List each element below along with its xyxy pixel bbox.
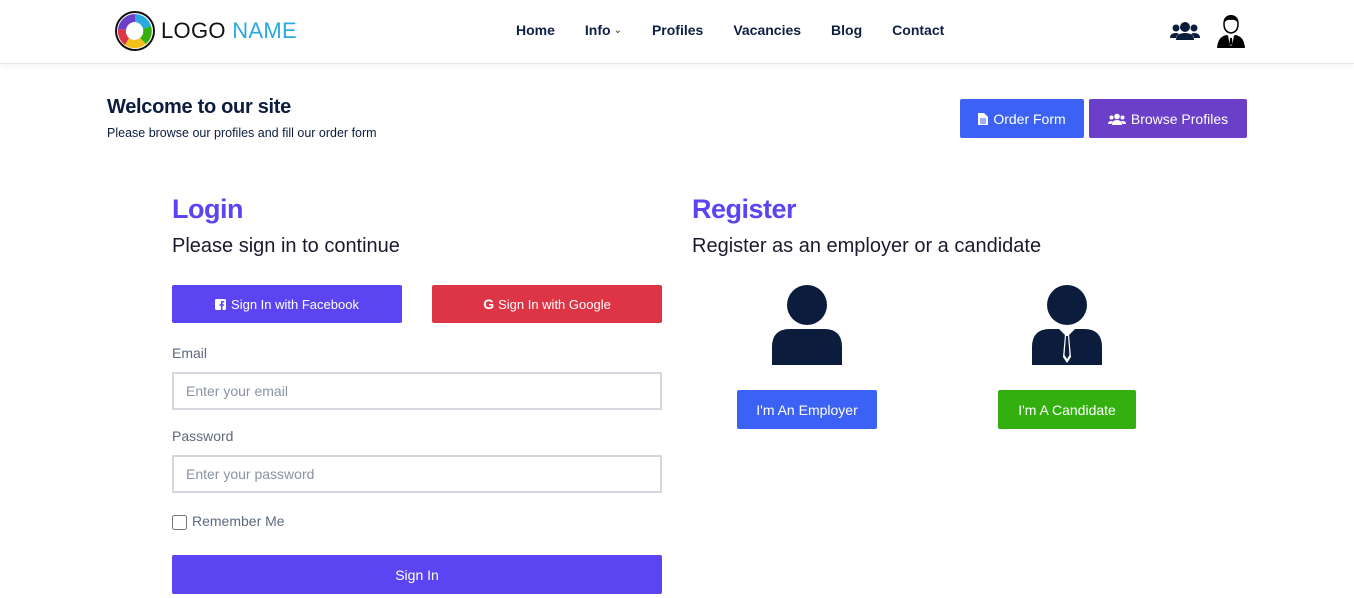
nav-contact[interactable]: Contact: [892, 22, 944, 38]
logo-icon: [115, 11, 155, 51]
candidate-icon: [1032, 285, 1102, 370]
nav-profiles[interactable]: Profiles: [652, 22, 703, 38]
facebook-signin-button[interactable]: Sign In with Facebook: [172, 285, 402, 323]
google-icon: G: [483, 296, 495, 312]
nav-info-label: Info: [584, 22, 611, 38]
remember-me: Remember Me: [172, 511, 285, 530]
chevron-down-icon: ⌄: [613, 24, 622, 36]
signin-button[interactable]: Sign In: [172, 555, 662, 594]
order-form-label: Order Form: [993, 110, 1066, 127]
nav-info[interactable]: Info ⌄: [585, 22, 622, 38]
browse-profiles-button[interactable]: Browse Profiles: [1089, 99, 1247, 138]
logo-text-part1: LOGO: [161, 18, 226, 43]
login-title: Login: [172, 194, 243, 224]
register-subtitle: Register as an employer or a candidate: [692, 235, 1042, 257]
register-title: Register: [692, 194, 797, 224]
logo[interactable]: LOGO NAME: [113, 8, 297, 54]
browse-profiles-label: Browse Profiles: [1130, 110, 1229, 127]
nav-home[interactable]: Home: [516, 22, 555, 38]
candidate-button[interactable]: I'm A Candidate: [998, 390, 1136, 429]
google-signin-label: Sign In with Google: [498, 296, 611, 312]
nav-vacancies[interactable]: Vacancies: [733, 22, 801, 38]
logo-text: LOGO NAME: [161, 18, 297, 44]
email-field[interactable]: [172, 372, 662, 410]
google-signin-button[interactable]: G Sign In with Google: [432, 285, 662, 323]
main-nav: Home Info ⌄ Profiles Vacancies Blog Conta…: [516, 22, 974, 38]
password-field[interactable]: [172, 455, 662, 493]
employer-button[interactable]: I'm An Employer: [737, 390, 877, 429]
remember-me-label: Remember Me: [192, 512, 285, 529]
order-form-button[interactable]: Order Form: [960, 99, 1084, 138]
users-icon[interactable]: [1169, 16, 1201, 53]
login-subtitle: Please sign in to continue: [172, 235, 400, 257]
employer-icon: [772, 285, 842, 370]
file-icon: [978, 112, 989, 125]
nav-blog[interactable]: Blog: [831, 22, 862, 38]
page-title: Welcome to our site: [107, 96, 291, 118]
page-subtitle: Please browse our profiles and fill our …: [107, 126, 377, 140]
facebook-signin-label: Sign In with Facebook: [231, 296, 359, 312]
email-label: Email: [172, 345, 208, 361]
logo-text-part2: NAME: [232, 18, 297, 43]
facebook-icon: [215, 298, 227, 310]
site-header: LOGO NAME Home Info ⌄ Profiles Vacancies …: [0, 0, 1354, 64]
remember-me-checkbox[interactable]: [172, 515, 187, 530]
users-icon: [1107, 113, 1126, 125]
user-avatar-icon[interactable]: [1215, 14, 1247, 55]
password-label: Password: [172, 428, 234, 444]
